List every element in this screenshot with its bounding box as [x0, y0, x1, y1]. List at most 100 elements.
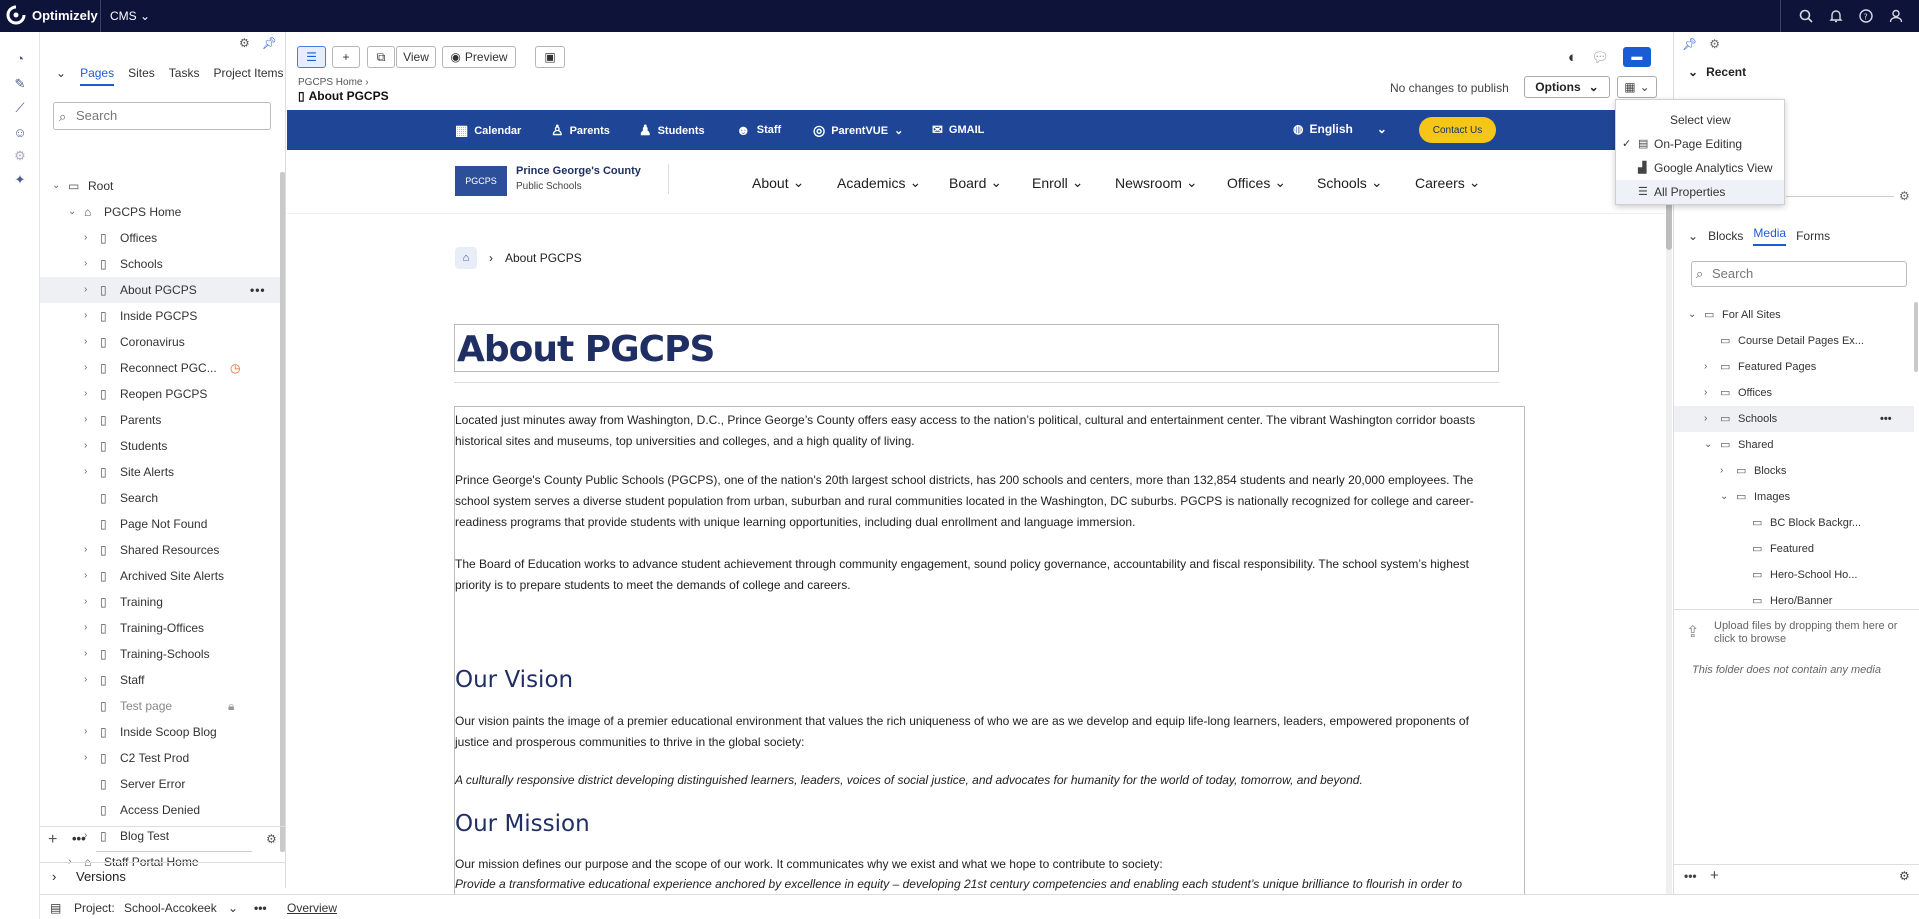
language-selector[interactable]: ◍ English ⌄: [1293, 122, 1387, 136]
sync-icon[interactable]: ◐: [1568, 49, 1577, 66]
bell-icon[interactable]: [1827, 7, 1845, 25]
tab-media[interactable]: Media: [1753, 226, 1787, 246]
media-folder-item[interactable]: › ▭ Featured Pages: [1674, 354, 1914, 380]
chevron-down-icon[interactable]: ⌄: [1720, 484, 1728, 510]
main-nav-careers[interactable]: Careers ⌄: [1415, 174, 1481, 191]
media-folder-item[interactable]: ▭ Course Detail Pages Ex...: [1674, 328, 1914, 354]
tab-project-items[interactable]: Project Items: [213, 66, 283, 86]
more-options-icon[interactable]: •••: [254, 901, 267, 915]
chevron-right-icon[interactable]: ›: [84, 563, 94, 589]
chevron-right-icon[interactable]: ›: [1704, 380, 1707, 406]
recent-section[interactable]: ⌄ Recent: [1688, 65, 1746, 79]
tree-search-input[interactable]: ⌕ Search: [53, 102, 271, 130]
device-button[interactable]: ▣: [535, 46, 565, 68]
chevron-right-icon[interactable]: ›: [84, 745, 94, 771]
chevron-right-icon[interactable]: ›: [84, 329, 94, 355]
tree-item[interactable]: ⌄ ⌂ PGCPS Home: [40, 199, 280, 225]
tree-item[interactable]: › ▯ Site Alerts: [40, 459, 280, 485]
main-nav-board[interactable]: Board ⌄: [949, 174, 1002, 191]
tree-item[interactable]: ▯ Page Not Found: [40, 511, 280, 537]
recent-filter-field[interactable]: [1786, 196, 1894, 197]
chevron-right-icon[interactable]: ›: [84, 381, 94, 407]
nav-calendar[interactable]: ▦ Calendar: [455, 122, 521, 139]
nav-students[interactable]: ♟ Students: [639, 122, 705, 139]
asset-search-input[interactable]: ⌕ Search: [1691, 261, 1907, 287]
tree-item[interactable]: › ▯ Offices: [40, 225, 280, 251]
tab-tasks[interactable]: Tasks: [169, 66, 200, 86]
preview-scrollbar[interactable]: [1666, 110, 1672, 894]
main-nav-academics[interactable]: Academics ⌄: [837, 174, 921, 191]
nav-parents[interactable]: ♙ Parents: [551, 122, 610, 139]
toggle-tree-button[interactable]: ☰: [297, 46, 326, 68]
users-icon[interactable]: ☺: [12, 124, 28, 140]
chevron-right-icon[interactable]: ›: [84, 615, 94, 641]
gear-icon[interactable]: ⚙: [1899, 189, 1910, 203]
tree-scrollbar[interactable]: [280, 172, 285, 852]
nav-gmail[interactable]: ✉ GMAIL: [932, 122, 984, 138]
tab-blocks[interactable]: Blocks: [1708, 229, 1743, 243]
media-folder-item[interactable]: ⌄ ▭ For All Sites: [1674, 302, 1914, 328]
media-folder-item[interactable]: ⌄ ▭ Shared: [1674, 432, 1914, 458]
main-nav-schools[interactable]: Schools ⌄: [1317, 174, 1383, 191]
chevron-right-icon[interactable]: ›: [84, 303, 94, 329]
media-folder-item[interactable]: › ▭ Blocks: [1674, 458, 1914, 484]
chevron-right-icon[interactable]: ›: [84, 589, 94, 615]
compare-button[interactable]: ⧉: [367, 46, 395, 68]
collapse-chevron-icon[interactable]: ⌄: [56, 66, 66, 86]
media-folder-item[interactable]: ▭ Featured: [1674, 536, 1914, 562]
chevron-down-icon[interactable]: ⌄: [228, 901, 238, 915]
tab-pages[interactable]: Pages: [80, 66, 115, 86]
tree-item[interactable]: › ▯ Training-Schools: [40, 641, 280, 667]
preview-button[interactable]: ◉ Preview: [442, 46, 516, 68]
chevron-down-icon[interactable]: ⌄: [1688, 302, 1696, 328]
tree-item[interactable]: › ▯ Reopen PGCPS: [40, 381, 280, 407]
chevron-right-icon[interactable]: ›: [84, 251, 94, 277]
edit-icon[interactable]: ✎: [12, 76, 28, 92]
tree-item[interactable]: ▯ Server Error: [40, 771, 280, 797]
view-button[interactable]: View: [396, 46, 436, 68]
tree-item[interactable]: › ▯ Reconnect PGC... ◷: [40, 355, 280, 381]
overview-link[interactable]: Overview: [287, 901, 337, 915]
tree-item[interactable]: › ▯ About PGCPS •••: [40, 277, 280, 303]
tree-item[interactable]: ▯ Access Denied: [40, 797, 280, 823]
optimizely-logo[interactable]: Optimizely: [6, 5, 98, 25]
more-options-icon[interactable]: •••: [1684, 869, 1697, 883]
tree-item[interactable]: ▯ Search: [40, 485, 280, 511]
media-folder-item[interactable]: ⌄ ▭ Images: [1674, 484, 1914, 510]
chevron-right-icon[interactable]: ›: [84, 719, 94, 745]
tree-item[interactable]: › ▯ Shared Resources: [40, 537, 280, 563]
more-options-icon[interactable]: •••: [250, 277, 266, 303]
addons-icon[interactable]: ✦: [12, 172, 28, 188]
media-folder-item[interactable]: ▭ BC Block Backgr...: [1674, 510, 1914, 536]
chevron-right-icon[interactable]: ›: [1720, 458, 1723, 484]
gear-icon[interactable]: ⚙: [1899, 869, 1910, 883]
chevron-right-icon[interactable]: ›: [84, 277, 94, 303]
tree-item[interactable]: › ▯ Training: [40, 589, 280, 615]
add-icon[interactable]: +: [1710, 867, 1719, 884]
heading-editable-block[interactable]: About PGCPS: [454, 324, 1499, 372]
chevron-right-icon[interactable]: ›: [84, 641, 94, 667]
chevron-right-icon[interactable]: ›: [84, 225, 94, 251]
nav-staff[interactable]: ☻ Staff: [736, 122, 781, 138]
add-button[interactable]: +: [332, 46, 360, 68]
main-nav-newsroom[interactable]: Newsroom ⌄: [1115, 174, 1198, 191]
project-name[interactable]: School-Accokeek: [124, 901, 217, 915]
main-nav-enroll[interactable]: Enroll ⌄: [1032, 174, 1084, 191]
settings-icon[interactable]: ⚙: [12, 148, 28, 164]
tab-forms[interactable]: Forms: [1796, 229, 1830, 243]
tree-item[interactable]: › ▯ Schools: [40, 251, 280, 277]
more-options-icon[interactable]: •••: [1880, 406, 1892, 432]
more-options-icon[interactable]: •••: [72, 831, 86, 846]
chevron-down-icon[interactable]: ⌄: [1704, 432, 1712, 458]
tree-item[interactable]: › ▯ Students: [40, 433, 280, 459]
tree-item[interactable]: › ▯ Parents: [40, 407, 280, 433]
help-icon[interactable]: ?: [1857, 7, 1875, 25]
dashboard-icon[interactable]: ◔: [12, 50, 28, 66]
user-icon[interactable]: [1887, 7, 1905, 25]
pin-icon[interactable]: 📌︎: [262, 36, 277, 50]
assets-toggle-button[interactable]: ▬: [1622, 47, 1651, 67]
view-option-on-page-editing[interactable]: ✓ ▤ On-Page Editing: [1616, 132, 1784, 156]
view-option-all-properties[interactable]: ☰ All Properties: [1616, 180, 1784, 204]
comment-icon[interactable]: 💬︎: [1591, 49, 1609, 66]
tree-item[interactable]: ▯ Test page 🔒︎: [40, 693, 280, 719]
